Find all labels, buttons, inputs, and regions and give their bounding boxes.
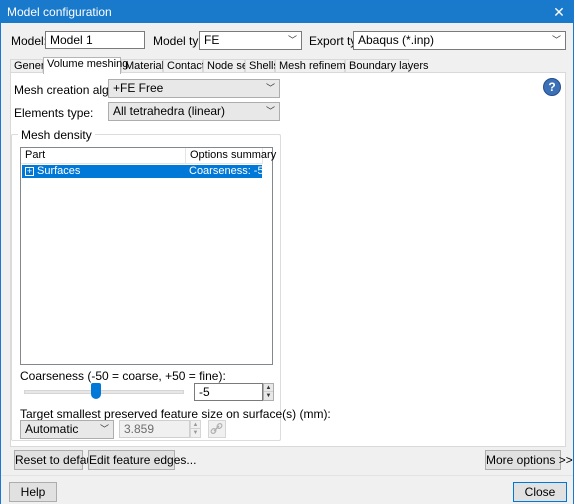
feature-size-mode-select[interactable]: Automatic ﹀ — [20, 420, 114, 439]
link-icon — [210, 423, 223, 434]
parts-list[interactable]: Part Options summary + Surfaces Coarsene… — [20, 147, 276, 365]
row-part: Surfaces — [37, 165, 81, 177]
column-header-part[interactable]: Part — [21, 148, 186, 164]
tab-general[interactable]: General — [10, 59, 53, 73]
title-bar: Model configuration ✕ — [1, 1, 573, 23]
more-options-button[interactable]: More options >> — [485, 450, 573, 470]
coarseness-label: Coarseness (-50 = coarse, +50 = fine): — [20, 369, 226, 383]
coarseness-spinner[interactable]: ▲ ▼ — [263, 383, 274, 401]
feature-size-label: Target smallest preserved feature size o… — [20, 407, 331, 421]
reset-to-default-button[interactable]: Reset to default — [14, 450, 99, 470]
help-icon[interactable]: ? — [543, 78, 561, 96]
model-name-input[interactable]: Model 1 — [45, 31, 145, 49]
coarseness-input[interactable]: -5 — [194, 383, 263, 401]
chevron-down-icon: ﹀ — [99, 424, 109, 434]
link-button[interactable] — [208, 420, 226, 438]
mesh-density-title: Mesh density — [18, 128, 95, 142]
column-header-options-summary[interactable]: Options summary — [186, 148, 276, 164]
spin-down-icon[interactable]: ▼ — [191, 429, 200, 437]
feature-size-input[interactable]: 3.859 — [119, 420, 190, 438]
edit-feature-edges-button[interactable]: Edit feature edges... — [88, 450, 196, 470]
expand-icon[interactable]: + — [25, 167, 34, 176]
close-icon[interactable]: ✕ — [545, 1, 573, 23]
chevron-down-icon: ﹀ — [287, 35, 297, 45]
window-title: Model configuration — [7, 5, 112, 19]
close-button[interactable]: Close — [513, 482, 567, 502]
elements-type-select[interactable]: All tetrahedra (linear) ﹀ — [108, 102, 280, 121]
tab-node-sets[interactable]: Node sets — [203, 59, 257, 73]
tab-volume-meshing[interactable]: Volume meshing — [43, 57, 128, 74]
help-button[interactable]: Help — [9, 482, 57, 502]
chevron-down-icon: ﹀ — [265, 83, 275, 93]
model-label: Model: — [11, 34, 48, 48]
row-summary: Coarseness: -5 — [189, 165, 264, 177]
coarseness-slider[interactable] — [20, 383, 189, 401]
slider-track — [24, 390, 184, 394]
spin-down-icon[interactable]: ▼ — [264, 392, 273, 400]
chevron-down-icon: ﹀ — [551, 35, 561, 45]
model-type-value: FE — [204, 33, 220, 47]
feature-size-mode-value: Automatic — [25, 422, 79, 436]
elements-type-label: Elements type: — [14, 106, 94, 120]
model-type-select[interactable]: FE ﹀ — [199, 31, 302, 50]
export-type-select[interactable]: Abaqus (*.inp) ﹀ — [353, 31, 566, 50]
tab-boundary-layers[interactable]: Boundary layers — [345, 59, 429, 73]
model-configuration-window: Model configuration ✕ Model: Model 1 Mod… — [0, 0, 574, 504]
tab-shells[interactable]: Shells — [245, 59, 279, 73]
table-row[interactable]: + Surfaces Coarseness: -5 — [22, 165, 264, 178]
tab-contacts[interactable]: Contacts — [163, 59, 210, 73]
export-type-value: Abaqus (*.inp) — [358, 33, 435, 47]
chevron-down-icon: ﹀ — [265, 106, 275, 116]
spin-up-icon[interactable]: ▲ — [191, 421, 200, 429]
algorithm-value: +FE Free — [113, 81, 164, 95]
feature-size-spinner[interactable]: ▲ ▼ — [190, 420, 201, 438]
dialog-footer — [1, 475, 573, 504]
algorithm-select[interactable]: +FE Free ﹀ — [108, 79, 280, 98]
tab-mesh-refinement[interactable]: Mesh refinement — [275, 59, 361, 73]
spin-up-icon[interactable]: ▲ — [264, 384, 273, 392]
elements-type-value: All tetrahedra (linear) — [113, 104, 226, 118]
slider-thumb[interactable] — [91, 383, 101, 399]
